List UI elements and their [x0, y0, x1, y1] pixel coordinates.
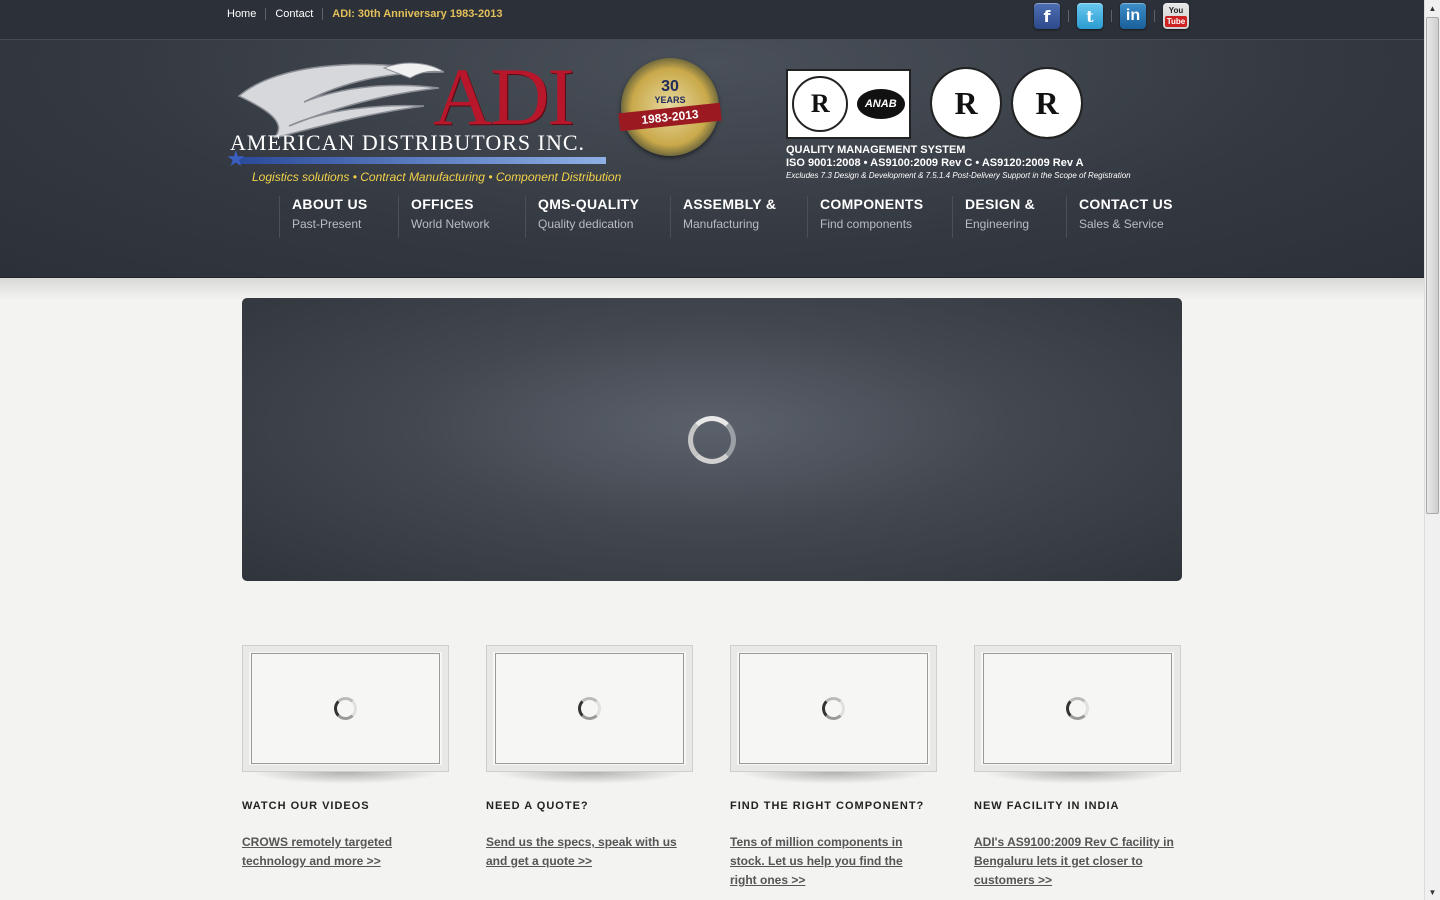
contact-link[interactable]: Contact [275, 8, 313, 20]
eagle-icon [237, 62, 444, 138]
qms-exclusions: Excludes 7.3 Design & Development & 7.5.… [786, 171, 1131, 180]
loading-spinner-icon [334, 697, 357, 720]
as9100-certificate-icon: R [930, 67, 1002, 139]
scrollbar-thumb[interactable] [1426, 17, 1439, 514]
feature-component: FIND THE RIGHT COMPONENT? Tens of millio… [730, 645, 937, 890]
twitter-icon[interactable]: t [1077, 3, 1103, 29]
divider [1068, 10, 1069, 22]
feature-title: NEW FACILITY IN INDIA [974, 800, 1120, 812]
anniversary-link[interactable]: ADI: 30th Anniversary 1983-2013 [332, 8, 502, 20]
feature-link[interactable]: Tens of million components in stock. Let… [730, 833, 930, 890]
company-logo[interactable]: ADI AMERICAN DISTRIBUTORS INC. ★ Logisti… [226, 51, 621, 188]
nav-item-subtitle: Past-Present [292, 217, 362, 231]
nav-item-title: ABOUT US [292, 196, 368, 212]
nav-item-assembly[interactable]: ASSEMBLY & Manufacturing [670, 196, 807, 238]
badge-number: 30 [661, 78, 679, 95]
nav-item-contact-us[interactable]: CONTACT US Sales & Service [1066, 196, 1176, 238]
divider [1111, 10, 1112, 22]
linkedin-icon[interactable]: in [1120, 3, 1146, 29]
logo-company-name: AMERICAN DISTRIBUTORS INC. [230, 130, 586, 155]
loading-spinner-icon [822, 697, 845, 720]
divider [322, 8, 324, 20]
qms-title: QUALITY MANAGEMENT SYSTEM [786, 144, 966, 156]
nav-item-title: OFFICES [411, 196, 474, 212]
nav-item-about-us[interactable]: ABOUT US Past-Present [279, 196, 398, 238]
nav-item-offices[interactable]: OFFICES World Network [398, 196, 525, 238]
feature-thumbnail[interactable] [730, 645, 937, 772]
thumbnail-shadow [494, 772, 685, 784]
feature-thumbnail[interactable] [974, 645, 1181, 772]
nav-item-qms-quality[interactable]: QMS-QUALITY Quality dedication [525, 196, 670, 238]
logo-tagline: Logistics solutions • Contract Manufactu… [252, 170, 622, 184]
nav-item-subtitle: Sales & Service [1079, 217, 1164, 231]
top-links: Home Contact ADI: 30th Anniversary 1983-… [227, 8, 502, 20]
scroll-down-icon[interactable]: ▼ [1425, 884, 1440, 900]
header-shadow [0, 278, 1424, 300]
feature-quote: NEED A QUOTE? Send us the specs, speak w… [486, 645, 693, 871]
logo-wordmark: ADI [433, 51, 575, 142]
divider [265, 8, 267, 20]
iso-9001-certificate: R ANAB [786, 69, 911, 139]
feature-thumbnail[interactable] [242, 645, 449, 772]
main-navigation: ABOUT US Past-Present OFFICES World Netw… [279, 196, 1176, 238]
feature-link[interactable]: ADI's AS9100:2009 Rev C facility in Beng… [974, 833, 1174, 890]
nav-item-title: QMS-QUALITY [538, 196, 640, 212]
feature-title: WATCH OUR VIDEOS [242, 800, 370, 812]
nav-item-subtitle: Quality dedication [538, 217, 634, 231]
social-links: f t in You Tube [1034, 3, 1189, 29]
site-header: ADI AMERICAN DISTRIBUTORS INC. ★ Logisti… [0, 40, 1424, 278]
badge-range: 1983-2013 [618, 102, 722, 132]
loading-spinner-icon [688, 416, 736, 464]
top-bar: Home Contact ADI: 30th Anniversary 1983-… [0, 0, 1424, 40]
scroll-up-icon[interactable]: ▲ [1425, 0, 1440, 16]
anab-icon: ANAB [856, 89, 905, 119]
home-link[interactable]: Home [227, 8, 256, 20]
nav-item-subtitle: Find components [820, 217, 913, 231]
feature-link[interactable]: Send us the specs, speak with us and get… [486, 833, 686, 871]
loading-spinner-icon [578, 697, 601, 720]
hero-slider[interactable] [242, 298, 1182, 581]
quality-statement: QUALITY MANAGEMENT SYSTEM ISO 9001:2008 … [786, 144, 1131, 180]
nav-item-title: COMPONENTS [820, 196, 924, 212]
as9120-certificate-icon: R [1011, 67, 1083, 139]
feature-title: FIND THE RIGHT COMPONENT? [730, 800, 925, 812]
qms-standards: ISO 9001:2008 • AS9100:2009 Rev C • AS91… [786, 157, 1084, 169]
star-icon: ★ [226, 146, 246, 171]
feature-videos: WATCH OUR VIDEOS CROWS remotely targeted… [242, 645, 449, 871]
logo-stripe [238, 157, 606, 164]
nav-item-subtitle: Manufacturing [683, 217, 760, 231]
feature-title: NEED A QUOTE? [486, 800, 589, 812]
nav-item-title: CONTACT US [1079, 196, 1173, 212]
nav-item-subtitle: World Network [411, 217, 490, 231]
feature-thumbnail[interactable] [486, 645, 693, 772]
nav-item-components[interactable]: COMPONENTS Find components [807, 196, 952, 238]
feature-india: NEW FACILITY IN INDIA ADI's AS9100:2009 … [974, 645, 1181, 890]
divider [1154, 10, 1155, 22]
anniversary-badge: 30 YEARS 1983-2013 [618, 58, 722, 156]
thumbnail-shadow [982, 772, 1173, 784]
youtube-icon-you: You [1168, 5, 1184, 15]
feature-link[interactable]: CROWS remotely targeted technology and m… [242, 833, 442, 871]
thumbnail-shadow [738, 772, 929, 784]
thumbnail-shadow [250, 772, 441, 784]
nav-item-design[interactable]: DESIGN & Engineering [952, 196, 1066, 238]
loading-spinner-icon [1066, 697, 1089, 720]
facebook-icon[interactable]: f [1034, 3, 1060, 29]
page-scrollbar[interactable]: ▲ ▼ [1424, 0, 1440, 900]
nav-item-subtitle: Engineering [965, 217, 1030, 231]
nav-item-title: ASSEMBLY & [683, 196, 777, 212]
youtube-icon[interactable]: You Tube [1163, 3, 1189, 29]
nav-item-title: DESIGN & [965, 196, 1036, 212]
lloyds-register-icon: R [792, 76, 849, 132]
youtube-icon-tube: Tube [1164, 15, 1188, 27]
